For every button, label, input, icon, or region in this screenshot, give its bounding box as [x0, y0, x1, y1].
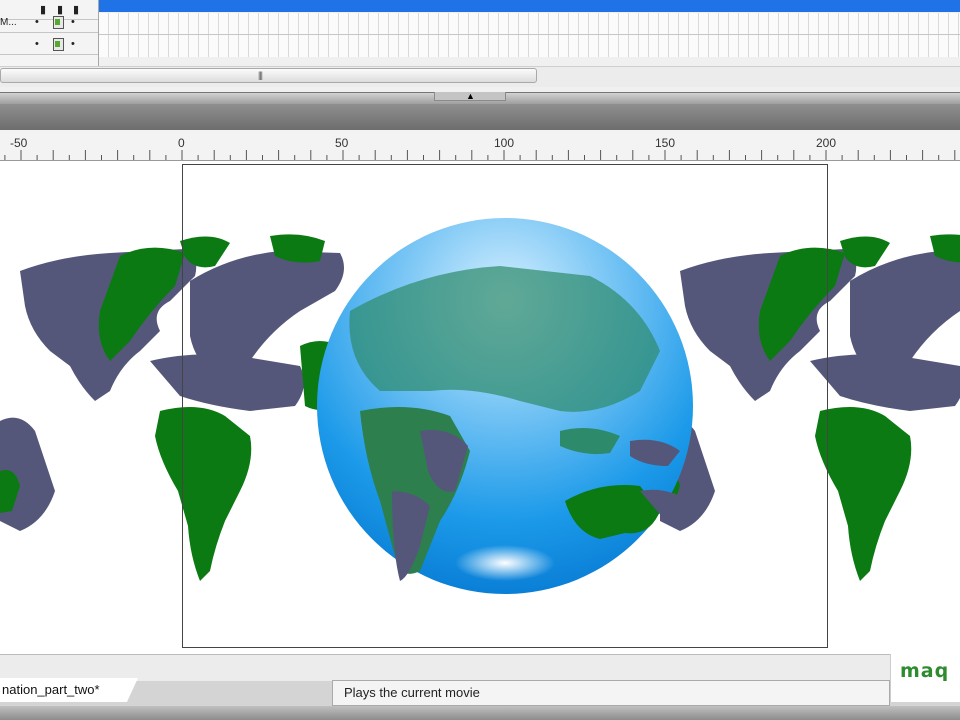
collapse-arrow-icon[interactable]: ▲ — [466, 91, 475, 101]
ruler-label: -50 — [10, 136, 28, 150]
logo-text: maq — [900, 660, 950, 682]
stage-bottom-edge — [0, 654, 890, 681]
layer-row[interactable]: M... • • — [0, 13, 98, 33]
horizontal-ruler: -50 0 50 100 150 200 — [0, 130, 960, 161]
ruler-label: 0 — [178, 136, 185, 150]
layer-list: ▮ ▮ ▮ M... • • • • — [0, 0, 99, 68]
document-tab-label: nation_part_two* — [2, 682, 100, 697]
visibility-dot-icon[interactable]: • — [35, 38, 39, 50]
outline-dot-icon[interactable]: • — [71, 38, 75, 50]
ruler-label: 100 — [494, 136, 515, 150]
status-message: Plays the current movie — [344, 685, 480, 700]
taskbar-strip — [0, 706, 960, 720]
ruler-label: 50 — [335, 136, 349, 150]
stage-boundary — [182, 164, 828, 648]
outline-dot-icon[interactable]: • — [71, 16, 75, 28]
layer-row[interactable]: • • — [0, 35, 98, 55]
layer-lock-icon[interactable] — [53, 38, 64, 51]
visibility-dot-icon[interactable]: • — [35, 16, 39, 28]
edit-bar — [0, 104, 960, 130]
selected-frames-row[interactable] — [99, 0, 960, 12]
layer-name: M... — [0, 17, 17, 28]
ruler-label: 200 — [816, 136, 837, 150]
ruler-label: 150 — [655, 136, 676, 150]
frames-row[interactable] — [99, 13, 960, 35]
layer-lock-icon[interactable] — [53, 16, 64, 29]
frames-row[interactable] — [99, 35, 960, 57]
timeline-scrollbar-thumb[interactable] — [0, 68, 537, 83]
scrollbar-grip-icon: ||| — [258, 70, 263, 80]
